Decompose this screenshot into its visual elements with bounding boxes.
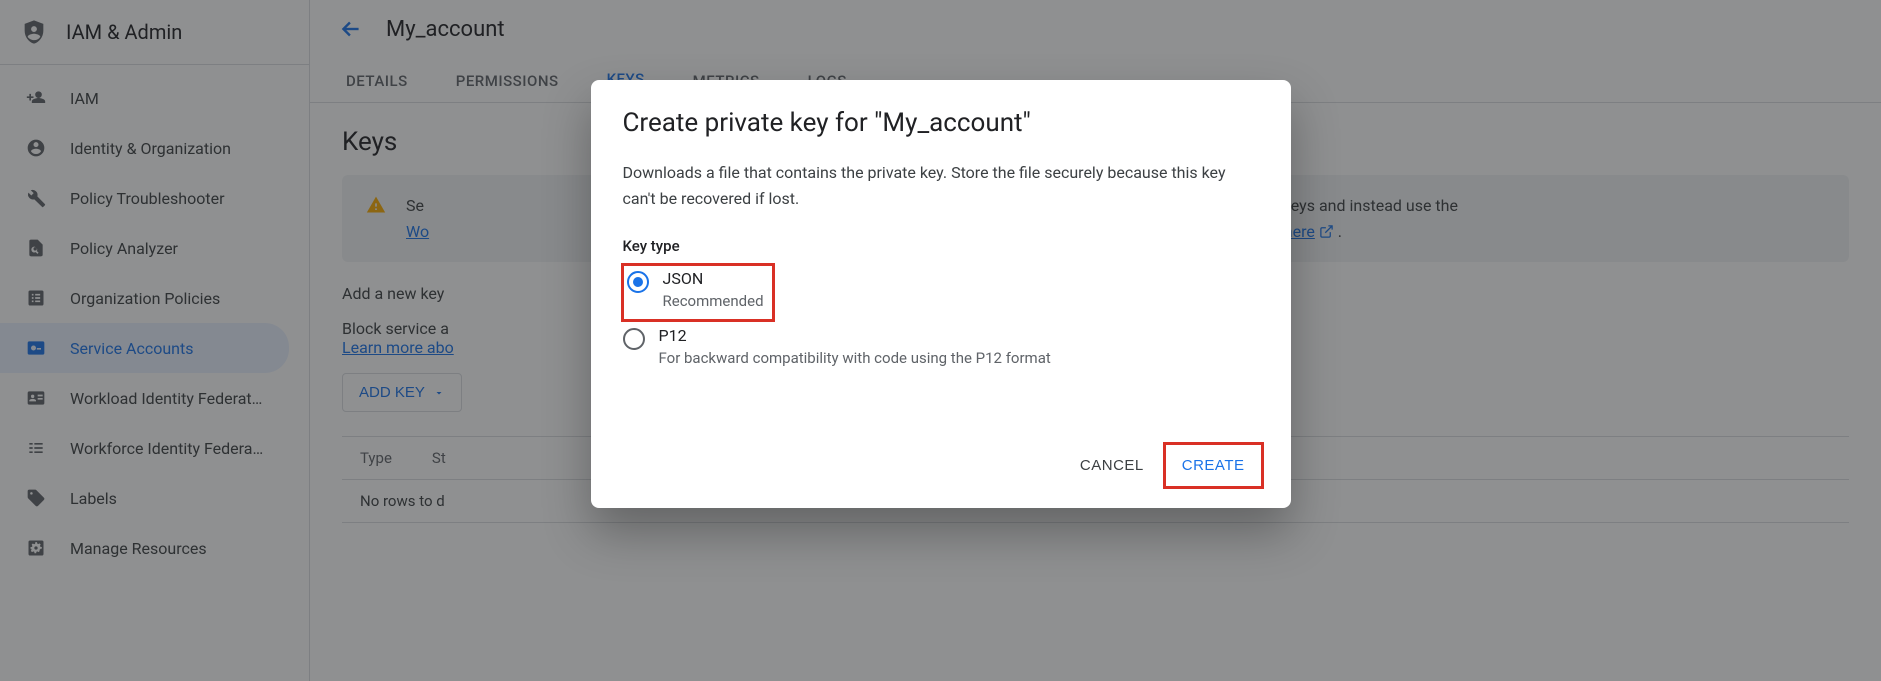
key-type-p12[interactable]: P12 For backward compatibility with code… xyxy=(623,320,1259,377)
radio-checked-icon xyxy=(627,271,649,293)
key-type-json[interactable]: JSON Recommended xyxy=(623,265,773,320)
dialog-title: Create private key for "My_account" xyxy=(623,108,1259,138)
key-type-label: Key type xyxy=(623,237,1259,255)
dialog-actions: CANCEL CREATE xyxy=(623,447,1259,484)
create-key-dialog: Create private key for "My_account" Down… xyxy=(591,80,1291,508)
radio-unchecked-icon xyxy=(623,328,645,350)
dialog-description: Downloads a file that contains the priva… xyxy=(623,160,1259,211)
create-button[interactable]: CREATE xyxy=(1168,447,1259,484)
modal-scrim: Create private key for "My_account" Down… xyxy=(0,0,1881,681)
cancel-button[interactable]: CANCEL xyxy=(1066,447,1158,484)
